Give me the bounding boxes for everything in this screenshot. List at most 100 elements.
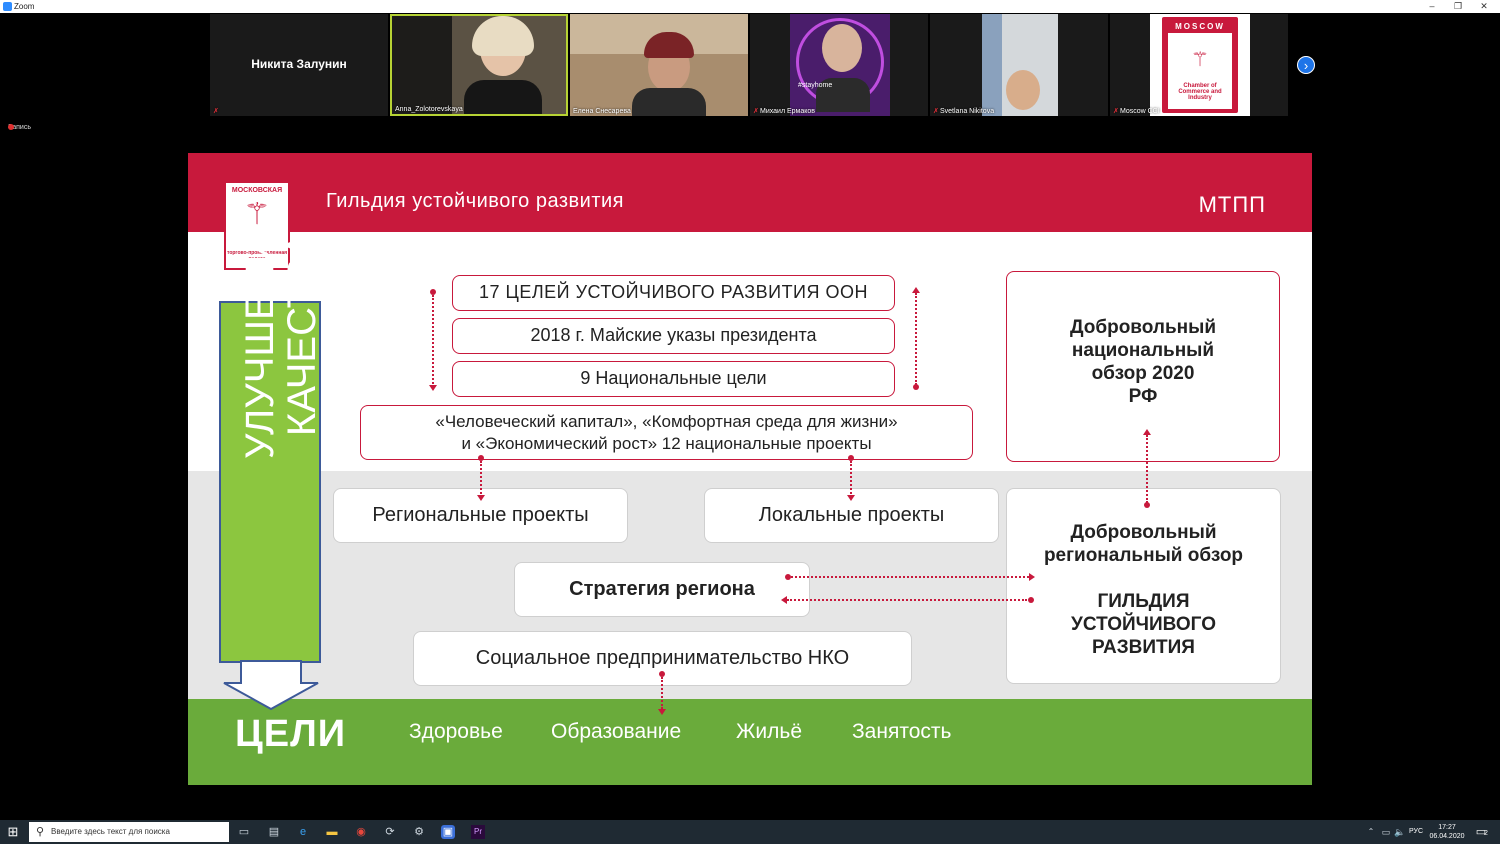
title-bar: Zoom – ❐ ✕ (0, 0, 1500, 13)
vnr-line-4: РФ (1128, 386, 1158, 407)
connector-arrow-right-icon (1029, 573, 1035, 581)
window-title: Zoom (14, 2, 35, 11)
goals-label: ЦЕЛИ (235, 713, 347, 755)
logo-inner: ⚚ Chamber of Commerce and Industry (1168, 33, 1232, 109)
national-projects-line-1: «Человеческий капитал», «Комфортная сред… (435, 412, 898, 431)
connector-dot (1028, 597, 1034, 603)
muted-mic-icon: ✗ (213, 108, 219, 115)
curtain (982, 14, 1002, 116)
down-arrow-icon (223, 660, 319, 711)
windows-taskbar: ⊞ ⚲ Введите здесь текст для поиска ▭ ▤ e… (0, 820, 1500, 844)
goal-education: Образование (551, 720, 682, 743)
muted-mic-icon: ✗ (1113, 108, 1119, 115)
zoom-app-icon[interactable]: ▣ (441, 825, 455, 839)
settings-icon[interactable]: ⚙ (412, 825, 426, 839)
file-explorer-icon[interactable]: ▤ (267, 825, 281, 839)
vrr-line-1: Добровольный (1070, 522, 1217, 543)
participant-tile-active-speaker[interactable]: Anna_Zolotorevskaya (390, 14, 568, 116)
logo-title: MOSCOW (1175, 22, 1225, 31)
slide-title: Гильдия устойчивого развития (326, 190, 625, 212)
guild-line-2: УСТОЙЧИВОГО (1071, 614, 1216, 635)
video-background (392, 16, 452, 114)
search-icon: ⚲ (36, 826, 45, 838)
guild-box: Добровольный региональный обзор ГИЛЬДИЯ … (1006, 488, 1281, 684)
goal-housing: Жильё (736, 720, 802, 743)
logo-subtitle: Chamber of Commerce and Industry (1178, 83, 1222, 101)
clock[interactable]: 17:27 06.04.2020 (1428, 823, 1466, 841)
participant-face (1006, 70, 1040, 110)
national-projects-box: «Человеческий капитал», «Комфортная сред… (360, 405, 973, 460)
notification-count: 2 (1484, 830, 1488, 837)
connector-arrow-down-icon (477, 495, 485, 501)
participant-label: Anna_Zolotorevskaya (395, 106, 463, 113)
search-placeholder: Введите здесь текст для поиска (51, 827, 170, 836)
connector-line (432, 295, 434, 387)
chrome-icon[interactable]: ◉ (354, 825, 368, 839)
folder-icon[interactable]: ▬ (325, 825, 339, 839)
may-decrees-box: 2018 г. Майские указы президента (452, 318, 895, 354)
vnr-line-2: национальный (1071, 340, 1215, 361)
vnr-line-3: обзор 2020 (1091, 363, 1195, 384)
recording-indicator[interactable]: Запись (8, 124, 31, 131)
clock-time: 17:27 (1438, 824, 1456, 831)
caduceus-icon: ⚚ (1191, 49, 1209, 71)
maximize-button[interactable]: ❐ (1451, 0, 1465, 13)
premiere-icon[interactable]: Pr (471, 825, 485, 839)
connector-line (787, 599, 1027, 601)
connector-line (480, 461, 482, 497)
participant-tile[interactable]: MOSCOW ⚚ Chamber of Commerce and Industr… (1110, 14, 1288, 116)
goal-employment: Занятость (852, 720, 952, 743)
connector-line (850, 461, 852, 497)
shared-slide: Гильдия устойчивого развития МТПП МОСКОВ… (188, 153, 1312, 785)
national-projects-line-2: и «Экономический рост» 12 национальные п… (461, 434, 872, 453)
zoom-logo-icon (3, 2, 12, 11)
edge-icon[interactable]: e (296, 825, 310, 839)
update-icon[interactable]: ⟳ (383, 825, 397, 839)
connector-line (661, 677, 663, 709)
participant-label: Елена Снесарева (573, 108, 631, 115)
participant-tile[interactable]: #stayhome ✗Михаил Ермаков (750, 14, 928, 116)
participant-label: Svetlana Nikitova (940, 108, 995, 115)
vertical-text-line-1: УЛУЧШЕНИЕ (238, 208, 282, 460)
connector-arrow-down-icon (658, 709, 666, 715)
language-indicator[interactable]: РУС (1409, 828, 1423, 835)
vrr-line-2: региональный обзор (1043, 545, 1244, 566)
participant-label: Moscow CCI (1120, 108, 1160, 115)
muted-mic-icon: ✗ (933, 108, 939, 115)
goal-health: Здоровье (409, 720, 503, 743)
connector-line (791, 576, 1029, 578)
cci-logo: MOSCOW ⚚ Chamber of Commerce and Industr… (1162, 17, 1238, 113)
participant-tile[interactable]: ✗Svetlana Nikitova (930, 14, 1108, 116)
record-icon (8, 124, 14, 130)
connector-line (1146, 435, 1148, 503)
region-strategy-box: Стратегия региона (514, 562, 810, 617)
clock-date: 06.04.2020 (1429, 833, 1465, 840)
connector-dot (1144, 502, 1150, 508)
participant-hair (472, 16, 534, 56)
participant-tile[interactable]: Никита Залунин ✗ (210, 14, 388, 116)
vertical-text-inner: УЛУЧШЕНИЕ КАЧЕСТВА ЖИЗНИ (238, 154, 366, 514)
minimize-button[interactable]: – (1425, 0, 1439, 13)
participant-label: Михаил Ермаков (760, 108, 816, 115)
close-button[interactable]: ✕ (1477, 0, 1491, 13)
connector-arrow-down-icon (429, 385, 437, 391)
participant-name: Никита Залунин (251, 57, 347, 71)
connector-line (915, 293, 917, 385)
national-goals-box: 9 Национальные цели (452, 361, 895, 397)
guild-line-3: РАЗВИТИЯ (1092, 637, 1195, 658)
windows-start-icon[interactable]: ⊞ (5, 824, 21, 840)
task-view-icon[interactable]: ▭ (237, 825, 251, 839)
tray-chevron-up-icon[interactable]: ⌃ (1364, 825, 1378, 839)
participant-tile[interactable]: Елена Снесарева (570, 14, 748, 116)
vnr-line-1: Добровольный (1069, 317, 1217, 338)
stayhome-tag: #stayhome (798, 82, 833, 89)
org-abbreviation: МТПП (1198, 192, 1266, 217)
guild-line-1: ГИЛЬДИЯ (1097, 591, 1190, 612)
network-icon[interactable]: ▭ (1379, 825, 1393, 839)
taskbar-search[interactable]: ⚲ Введите здесь текст для поиска (29, 822, 229, 842)
connector-arrow-down-icon (847, 495, 855, 501)
next-page-chevron-right-icon[interactable]: › (1297, 56, 1315, 74)
volume-icon[interactable]: 🔈 (1393, 825, 1407, 839)
participant-body (632, 88, 706, 116)
